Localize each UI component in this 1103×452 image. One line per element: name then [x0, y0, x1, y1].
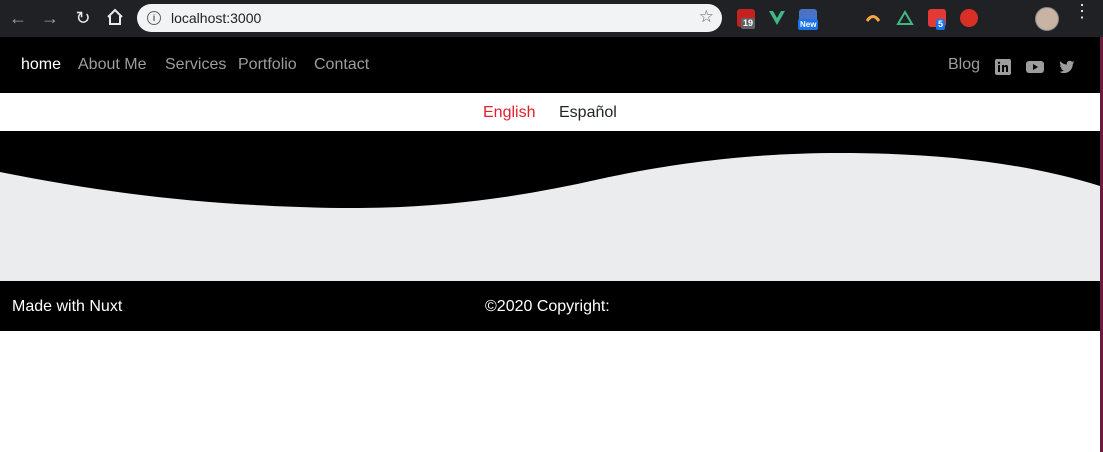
nav-link-blog[interactable]: Blog: [948, 56, 980, 74]
rainbow-extension-icon[interactable]: [864, 9, 882, 27]
youtube-icon[interactable]: [1026, 59, 1044, 75]
linkedin-icon[interactable]: [995, 59, 1011, 75]
bookmark-star-icon[interactable]: ☆: [699, 7, 714, 27]
counter-badge: 5: [936, 19, 946, 30]
nav-link-portfolio[interactable]: Portfolio: [238, 56, 297, 74]
info-icon[interactable]: i: [147, 11, 161, 25]
stop-hand-extension-icon[interactable]: [960, 9, 978, 27]
forward-arrow-icon[interactable]: →: [40, 8, 60, 28]
calendar-badge: 19: [741, 18, 756, 29]
reload-icon[interactable]: ↻: [73, 8, 93, 28]
language-switcher: English Español: [0, 93, 1100, 131]
plus-extension-icon[interactable]: 5: [928, 9, 946, 30]
site-navbar: home About Me Services Portfolio Contact…: [0, 37, 1100, 93]
language-english[interactable]: English: [483, 104, 535, 122]
address-url[interactable]: localhost:3000: [171, 10, 261, 26]
home-icon[interactable]: [105, 8, 125, 28]
language-spanish[interactable]: Español: [559, 104, 617, 122]
nav-link-home[interactable]: home: [21, 56, 61, 74]
new-badge: New: [798, 19, 819, 30]
copyright-text: ©2020 Copyright:: [485, 298, 610, 315]
nav-link-contact[interactable]: Contact: [314, 56, 369, 74]
twitter-icon[interactable]: [1059, 59, 1075, 75]
browser-menu-icon[interactable]: ⋮: [1073, 2, 1091, 20]
hero-wave-section: [0, 131, 1100, 281]
wave-shape: [0, 131, 1100, 209]
browser-toolbar: ← → ↻ i localhost:3000 ☆ 19 New 5 ⋮: [0, 0, 1103, 37]
nav-link-about[interactable]: About Me: [78, 56, 146, 74]
address-bar[interactable]: i localhost:3000 ☆: [137, 4, 722, 32]
calendar-extension-icon[interactable]: 19: [737, 9, 756, 29]
vue-devtools-icon[interactable]: [768, 9, 786, 27]
nuxt-extension-icon[interactable]: [896, 9, 914, 27]
back-arrow-icon[interactable]: ←: [8, 8, 28, 28]
nav-link-services[interactable]: Services: [165, 56, 226, 74]
profile-avatar[interactable]: [1035, 7, 1059, 31]
made-with-text: Made with Nuxt: [12, 298, 123, 315]
new-extension-icon[interactable]: New: [798, 9, 819, 30]
site-footer: Made with Nuxt ©2020 Copyright:: [0, 281, 1100, 331]
